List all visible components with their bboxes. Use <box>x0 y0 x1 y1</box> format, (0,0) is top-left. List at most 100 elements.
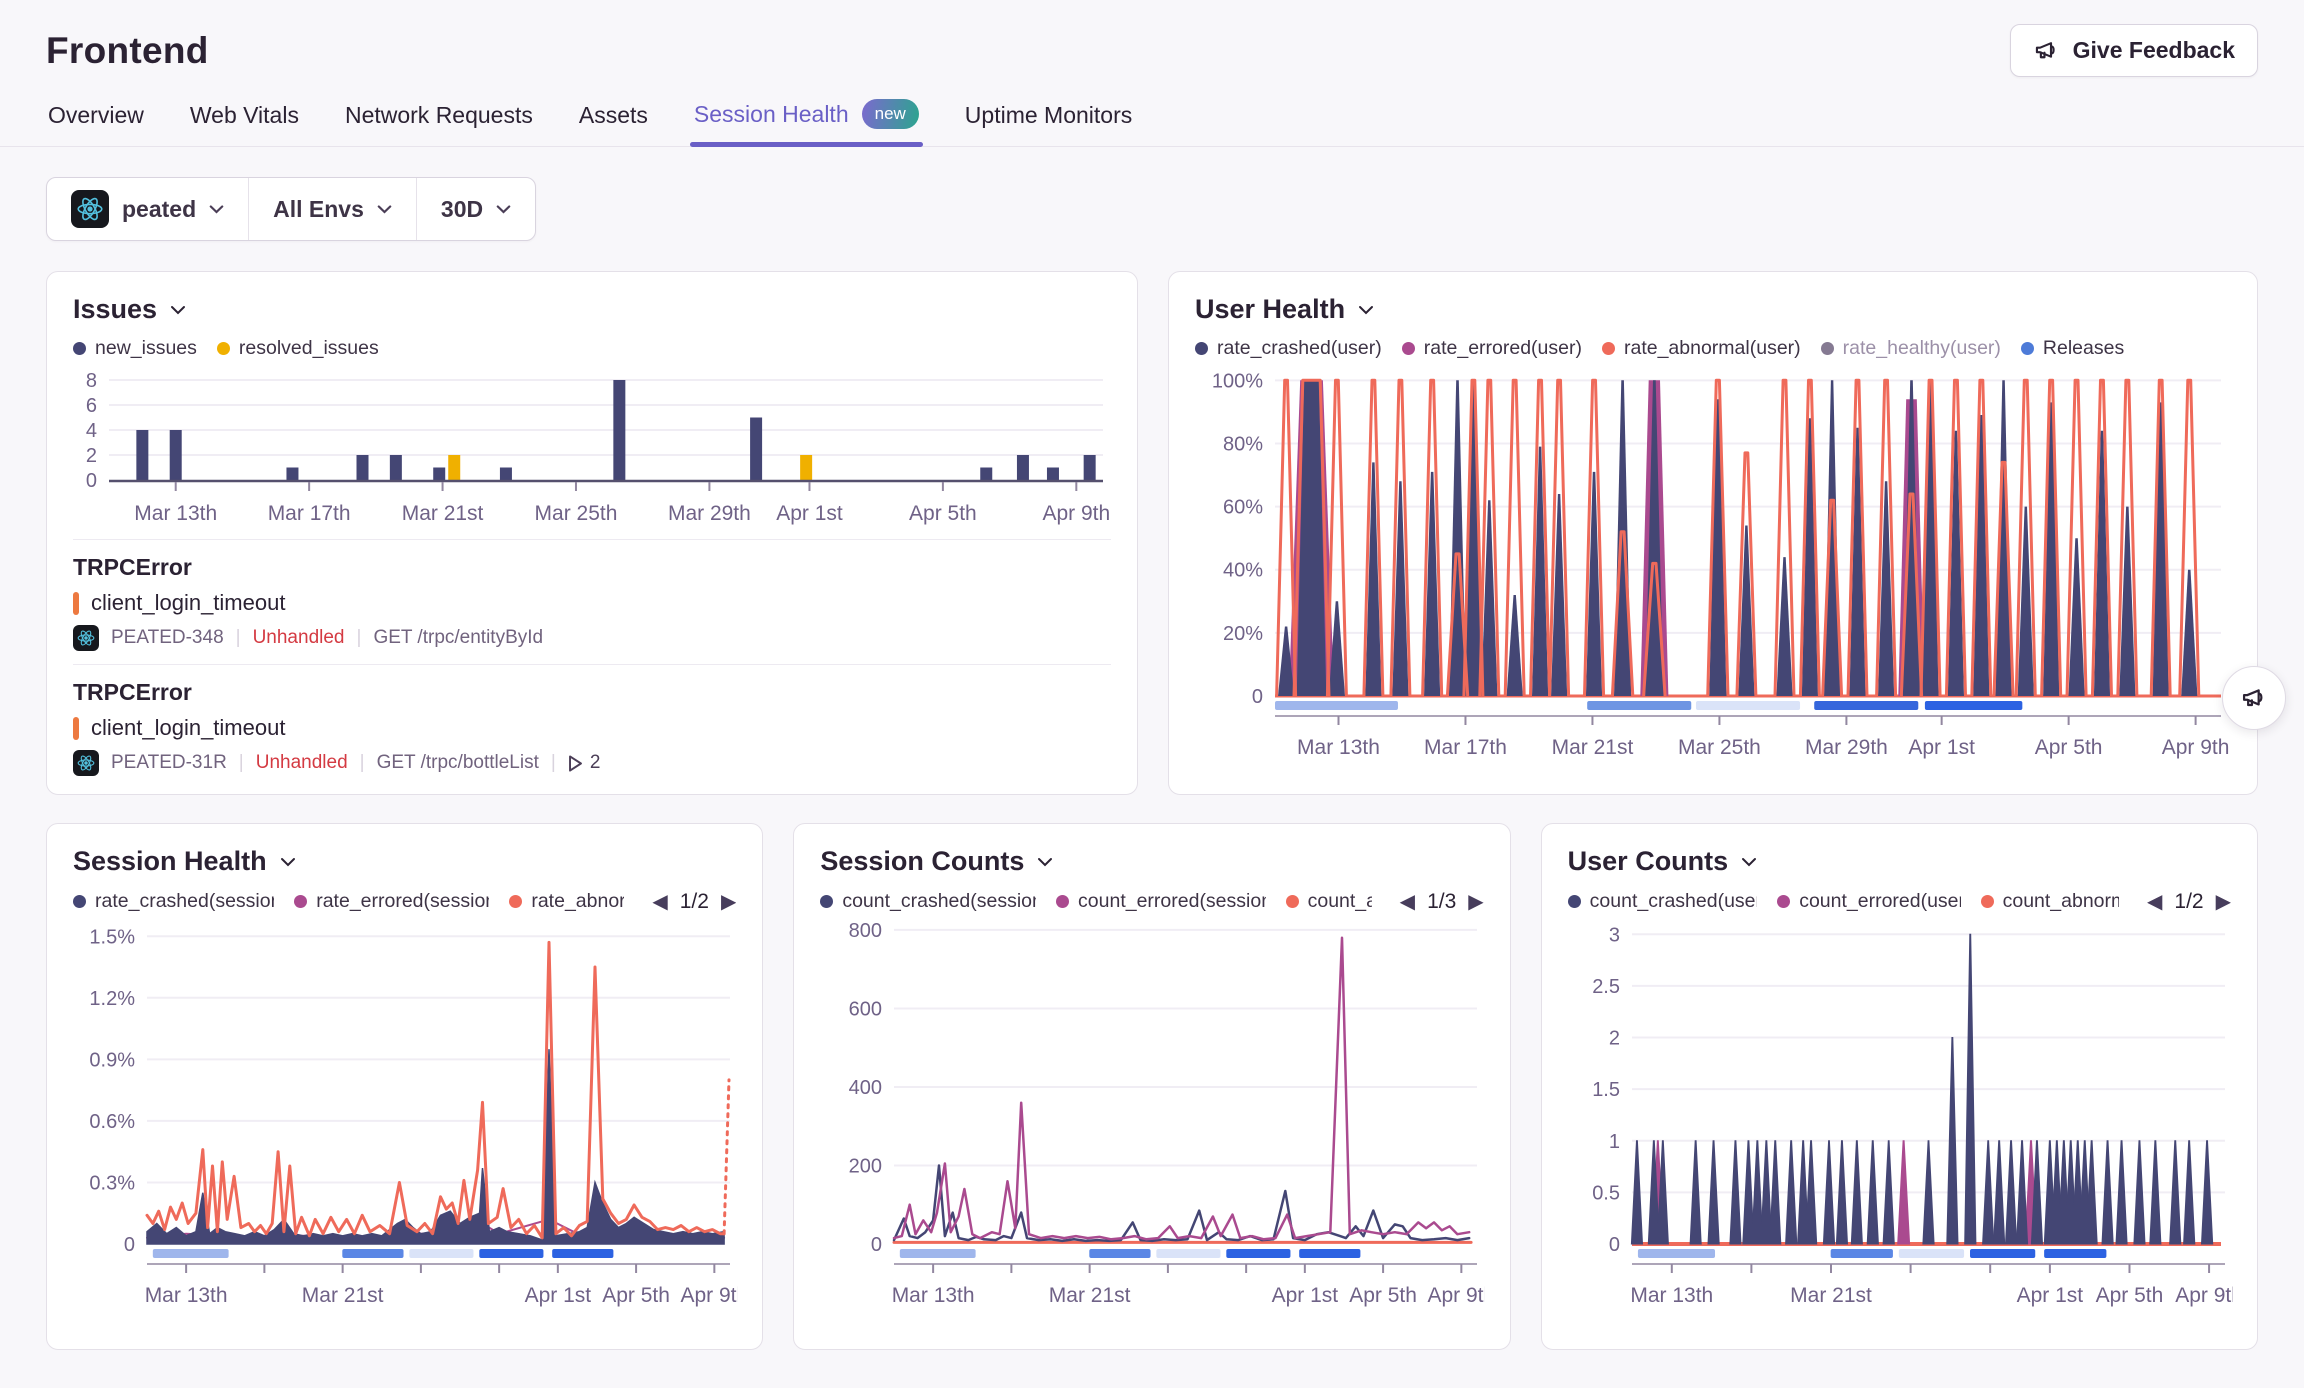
tab-web-vitals[interactable]: Web Vitals <box>188 92 301 146</box>
legend-dot <box>1777 895 1790 908</box>
legend-pager: ◀1/2▶ <box>644 889 736 914</box>
session-health-panel: Session Health rate_crashed(session) rate… <box>46 823 763 1350</box>
environment-filter-dropdown[interactable]: All Envs <box>249 178 417 240</box>
legend-next-icon[interactable]: ▶ <box>2216 889 2231 914</box>
legend-item-count_errored-session-[interactable]: count_errored(session) <box>1056 890 1266 913</box>
tab-session-health[interactable]: Session Healthnew <box>692 89 921 146</box>
svg-text:40%: 40% <box>1223 560 1263 582</box>
legend-item-new_issues[interactable]: new_issues <box>73 337 197 360</box>
legend-item-rate_errored-user-[interactable]: rate_errored(user) <box>1402 337 1582 360</box>
issue-culprit: client_login_timeout <box>73 590 1111 616</box>
issue-row[interactable]: TRPCErrorclient_login_timeoutPEATED-348|… <box>73 554 1111 651</box>
session-health-page: Frontend Give Feedback Overview Web Vital… <box>0 0 2304 1350</box>
legend-next-icon[interactable]: ▶ <box>721 889 736 914</box>
tab-overview[interactable]: Overview <box>46 92 146 146</box>
error-level-bar <box>73 717 79 740</box>
legend-item-count_a[interactable]: count_a <box>1286 890 1372 913</box>
panel-title: Session Counts <box>820 846 1024 877</box>
error-level-bar <box>73 592 79 615</box>
legend-item-count_crashed-user-[interactable]: count_crashed(user) <box>1568 890 1758 913</box>
panel-title: User Health <box>1195 294 1345 325</box>
top-panels-row: Issues new_issuesresolved_issues 86420Ma… <box>46 271 2258 795</box>
legend-label: rate_errored(session) <box>316 890 489 913</box>
legend-item-rate_crashed-session-[interactable]: rate_crashed(session) <box>73 890 274 913</box>
svg-text:Mar 17th: Mar 17th <box>1424 736 1507 759</box>
legend-item-resolved_issues[interactable]: resolved_issues <box>217 337 379 360</box>
legend-next-icon[interactable]: ▶ <box>1468 889 1483 914</box>
period-filter-dropdown[interactable]: 30D <box>417 178 535 240</box>
issue-error-type[interactable]: TRPCError <box>73 554 1111 581</box>
react-logo-icon <box>76 753 96 773</box>
svg-text:0.5: 0.5 <box>1592 1182 1620 1204</box>
legend-dot <box>820 895 833 908</box>
svg-text:20%: 20% <box>1223 623 1263 645</box>
chevron-down-icon <box>209 205 224 214</box>
legend-item-rate_errored-session-[interactable]: rate_errored(session) <box>294 890 489 913</box>
legend-prev-icon[interactable]: ◀ <box>2147 889 2162 914</box>
session-health-panel-title-dropdown[interactable]: Session Health <box>73 846 736 877</box>
legend-item-rate_crashed-user-[interactable]: rate_crashed(user) <box>1195 337 1382 360</box>
legend-item-rate_healthy-user-[interactable]: rate_healthy(user) <box>1821 337 2001 360</box>
give-feedback-button[interactable]: Give Feedback <box>2010 24 2258 77</box>
svg-text:Apr 1st: Apr 1st <box>776 502 843 525</box>
feedback-fab-button[interactable] <box>2222 666 2286 730</box>
period-filter-value: 30D <box>441 196 483 223</box>
legend-dot <box>73 342 86 355</box>
svg-text:Apr 1st: Apr 1st <box>1272 1284 1339 1307</box>
svg-text:Mar 21st: Mar 21st <box>1790 1284 1872 1307</box>
filter-bar: peated All Envs 30D <box>46 177 536 241</box>
project-filter-dropdown[interactable]: peated <box>47 178 249 240</box>
issue-row[interactable]: TRPCErrorclient_login_timeoutPEATED-31R|… <box>73 679 1111 776</box>
svg-text:Mar 13th: Mar 13th <box>134 502 217 525</box>
svg-text:1.2%: 1.2% <box>89 988 135 1010</box>
divider <box>73 664 1111 665</box>
legend-item-rate_abnorr[interactable]: rate_abnorr <box>509 890 624 913</box>
legend-label: count_crashed(session) <box>842 890 1036 913</box>
svg-text:800: 800 <box>849 920 882 942</box>
legend-item-rate_abnormal-user-[interactable]: rate_abnormal(user) <box>1602 337 1801 360</box>
tab-label: Session Health <box>694 101 849 128</box>
svg-text:60%: 60% <box>1223 497 1263 519</box>
svg-text:400: 400 <box>849 1077 882 1099</box>
legend-item-count_crashed-session-[interactable]: count_crashed(session) <box>820 890 1036 913</box>
legend-dot <box>1286 895 1299 908</box>
tab-assets[interactable]: Assets <box>577 92 650 146</box>
svg-text:3: 3 <box>1609 924 1620 946</box>
divider: | <box>236 627 241 649</box>
megaphone-icon <box>2240 684 2268 712</box>
legend-label: rate_abnorr <box>531 890 624 913</box>
user-counts-legend: count_crashed(user) count_errored(user) co… <box>1568 889 2231 914</box>
svg-text:Mar 13th: Mar 13th <box>1630 1284 1713 1307</box>
user-health-panel-title-dropdown[interactable]: User Health <box>1195 294 2231 325</box>
svg-text:6: 6 <box>86 395 97 417</box>
chevron-down-icon <box>496 205 511 214</box>
svg-text:Apr 5th: Apr 5th <box>2035 736 2103 759</box>
issue-message: client_login_timeout <box>91 715 285 741</box>
tab-label: Assets <box>579 102 648 129</box>
user-health-panel: User Health rate_crashed(user) rate_error… <box>1168 271 2258 795</box>
svg-text:Apr 5th: Apr 5th <box>1350 1284 1418 1307</box>
session-counts-panel-title-dropdown[interactable]: Session Counts <box>820 846 1483 877</box>
legend-item-count_abnorm[interactable]: count_abnorm <box>1981 890 2119 913</box>
legend-label: count_errored(session) <box>1078 890 1266 913</box>
issue-replay-count[interactable]: 2 <box>568 752 601 774</box>
issue-unhandled-tag: Unhandled <box>253 627 345 649</box>
page-header: Frontend Give Feedback <box>0 0 2304 83</box>
svg-text:Mar 29th: Mar 29th <box>668 502 751 525</box>
legend-item-Releases[interactable]: Releases <box>2021 337 2124 360</box>
svg-text:Mar 29th: Mar 29th <box>1805 736 1888 759</box>
tab-network-requests[interactable]: Network Requests <box>343 92 535 146</box>
tab-uptime-monitors[interactable]: Uptime Monitors <box>963 92 1134 146</box>
legend-item-count_errored-user-[interactable]: count_errored(user) <box>1777 890 1960 913</box>
legend-prev-icon[interactable]: ◀ <box>1400 889 1415 914</box>
svg-text:2: 2 <box>1609 1028 1620 1050</box>
environment-filter-value: All Envs <box>273 196 364 223</box>
user-counts-panel-title-dropdown[interactable]: User Counts <box>1568 846 2231 877</box>
chevron-down-icon <box>377 205 392 214</box>
legend-prev-icon[interactable]: ◀ <box>652 889 667 914</box>
svg-text:Apr 9th: Apr 9th <box>2162 736 2230 759</box>
issue-error-type[interactable]: TRPCError <box>73 679 1111 706</box>
issues-list: TRPCErrorclient_login_timeoutPEATED-348|… <box>73 539 1111 776</box>
svg-text:0.6%: 0.6% <box>89 1111 135 1133</box>
issues-panel-title-dropdown[interactable]: Issues <box>73 294 1111 325</box>
